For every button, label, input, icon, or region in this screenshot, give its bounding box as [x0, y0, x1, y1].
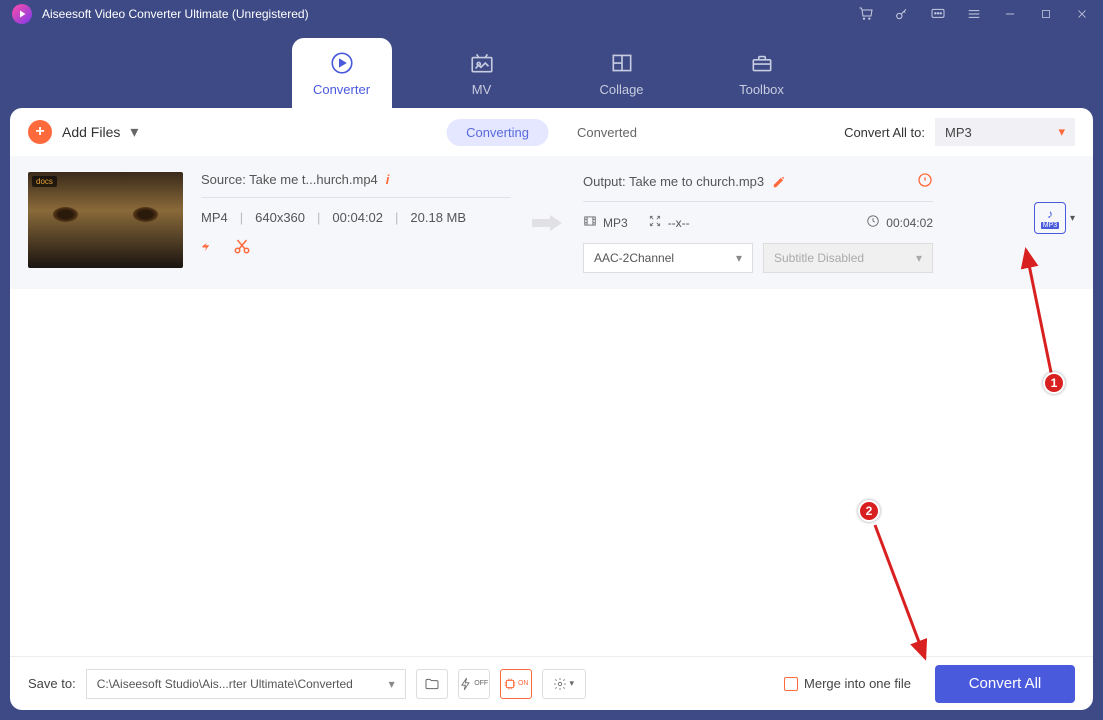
source-format: MP4: [201, 210, 228, 225]
cut-icon[interactable]: [233, 237, 251, 255]
convert-all-to-label: Convert All to:: [844, 125, 925, 140]
mp3-icon: ♪MP3: [1034, 202, 1066, 234]
edit-icon[interactable]: [772, 175, 786, 189]
output-format: MP3: [603, 216, 628, 230]
audio-select[interactable]: AAC-2Channel▾: [583, 243, 753, 273]
tab-label: Collage: [599, 82, 643, 97]
callout-2: 2: [858, 500, 880, 522]
source-duration: 00:04:02: [332, 210, 383, 225]
merge-checkbox[interactable]: Merge into one file: [784, 676, 911, 691]
save-path-select[interactable]: C:\Aiseesoft Studio\Ais...rter Ultimate\…: [86, 669, 406, 699]
minimize-icon[interactable]: [1001, 5, 1019, 23]
subtab-converting[interactable]: Converting: [446, 119, 549, 146]
tab-toolbox[interactable]: Toolbox: [712, 38, 812, 108]
maximize-icon[interactable]: [1037, 5, 1055, 23]
output-duration: 00:04:02: [886, 216, 933, 230]
save-to-label: Save to:: [28, 676, 76, 691]
content-panel: + Add Files ▾ Converting Converted Conve…: [10, 108, 1093, 710]
tab-mv[interactable]: MV: [432, 38, 532, 108]
file-item: docs Source: Take me t...hurch.mp4 i MP4…: [10, 156, 1093, 289]
save-path-value: C:\Aiseesoft Studio\Ais...rter Ultimate\…: [97, 677, 353, 691]
collage-icon: [609, 50, 635, 76]
convert-all-to-value: MP3: [945, 125, 972, 140]
feedback-icon[interactable]: [929, 5, 947, 23]
tab-label: MV: [472, 82, 492, 97]
lightning-off-button[interactable]: OFF: [458, 669, 490, 699]
tab-collage[interactable]: Collage: [572, 38, 672, 108]
film-icon: [583, 214, 597, 231]
menu-icon[interactable]: [965, 5, 983, 23]
settings-button[interactable]: ▾: [542, 669, 586, 699]
bottom-bar: Save to: C:\Aiseesoft Studio\Ais...rter …: [10, 656, 1093, 710]
converter-icon: [329, 50, 355, 76]
plus-icon: +: [28, 120, 52, 144]
chevron-down-icon[interactable]: ▾: [1070, 213, 1075, 224]
main-tabs: Converter MV Collage Toolbox: [0, 28, 1103, 108]
video-thumbnail[interactable]: docs: [28, 172, 183, 268]
add-files-button[interactable]: + Add Files ▾: [28, 120, 138, 144]
chevron-down-icon: ▾: [1058, 124, 1065, 140]
toolbar: + Add Files ▾ Converting Converted Conve…: [10, 108, 1093, 156]
resolution-icon: [648, 214, 662, 231]
tab-label: Converter: [313, 82, 370, 97]
convert-all-to-select[interactable]: MP3 ▾: [935, 118, 1075, 146]
hardware-accel-button[interactable]: ON: [500, 669, 532, 699]
checkbox-icon: [784, 677, 798, 691]
cart-icon[interactable]: [857, 5, 875, 23]
chevron-down-icon: ▾: [130, 122, 138, 142]
warning-icon[interactable]: [917, 172, 933, 191]
tab-label: Toolbox: [739, 82, 784, 97]
open-folder-button[interactable]: [416, 669, 448, 699]
titlebar: Aiseesoft Video Converter Ultimate (Unre…: [0, 0, 1103, 28]
info-icon[interactable]: i: [386, 172, 390, 187]
app-logo: [12, 4, 32, 24]
source-label: Source: Take me t...hurch.mp4: [201, 172, 378, 187]
clock-icon: [866, 214, 880, 231]
subtab-converted[interactable]: Converted: [557, 119, 657, 146]
subtitle-select[interactable]: Subtitle Disabled▾: [763, 243, 933, 273]
chevron-down-icon: ▾: [916, 251, 922, 265]
source-resolution: 640x360: [255, 210, 305, 225]
merge-label: Merge into one file: [804, 676, 911, 691]
add-files-label: Add Files: [62, 124, 120, 140]
chevron-down-icon: ▾: [736, 251, 742, 265]
app-title: Aiseesoft Video Converter Ultimate (Unre…: [42, 7, 309, 21]
mv-icon: [469, 50, 495, 76]
output-resolution: --x--: [668, 216, 690, 230]
tab-converter[interactable]: Converter: [292, 38, 392, 108]
chevron-down-icon: ▾: [389, 677, 395, 691]
callout-1: 1: [1043, 372, 1065, 394]
output-label: Output: Take me to church.mp3: [583, 174, 764, 189]
key-icon[interactable]: [893, 5, 911, 23]
output-format-button[interactable]: ♪MP3: [1034, 202, 1066, 234]
arrow-icon: [529, 213, 565, 233]
source-size: 20.18 MB: [410, 210, 466, 225]
close-icon[interactable]: [1073, 5, 1091, 23]
compress-icon[interactable]: [201, 237, 219, 255]
toolbox-icon: [749, 50, 775, 76]
convert-all-button[interactable]: Convert All: [935, 665, 1075, 703]
